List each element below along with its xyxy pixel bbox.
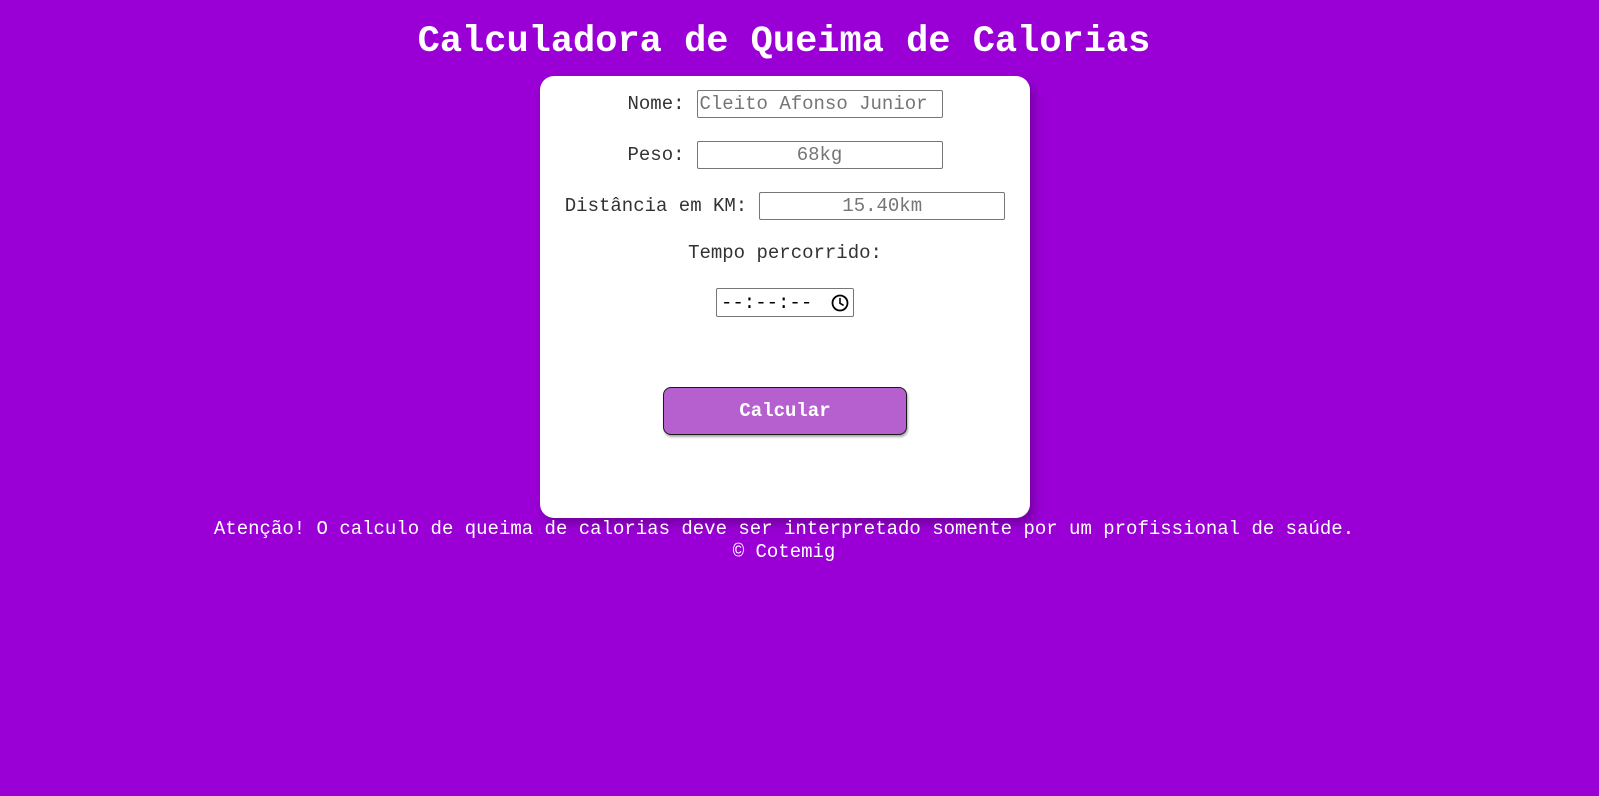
page-title: Calculadora de Queima de Calorias xyxy=(417,21,1151,63)
calcular-button[interactable]: Calcular xyxy=(663,387,907,435)
clock-icon[interactable] xyxy=(831,294,849,312)
copyright-text: © Cotemig xyxy=(732,541,836,563)
distancia-row: Distância em KM: xyxy=(540,192,1030,220)
distancia-label: Distância em KM: xyxy=(564,195,748,217)
nome-row: Nome: xyxy=(540,90,1030,118)
tempo-value: --:--:-- xyxy=(721,291,813,314)
peso-input[interactable] xyxy=(696,141,943,169)
warning-text: Atenção! O calculo de queima de calorias… xyxy=(213,518,1355,540)
peso-label: Peso: xyxy=(627,144,685,166)
page: Calculadora de Queima de Calorias Nome: … xyxy=(0,0,1599,796)
distancia-input[interactable] xyxy=(759,192,1006,220)
calculator-card: Nome: Peso: Distância em KM: Tempo perco… xyxy=(540,76,1030,518)
peso-row: Peso: xyxy=(540,141,1030,169)
footer: Atenção! O calculo de queima de calorias… xyxy=(0,518,1568,564)
tempo-label-row: Tempo percorrido: xyxy=(540,242,1030,264)
nome-label: Nome: xyxy=(627,93,685,115)
tempo-input[interactable]: --:--:-- xyxy=(716,288,854,317)
nome-input[interactable] xyxy=(696,90,943,118)
tempo-label: Tempo percorrido: xyxy=(688,242,882,264)
tempo-row: --:--:-- xyxy=(540,288,1030,317)
